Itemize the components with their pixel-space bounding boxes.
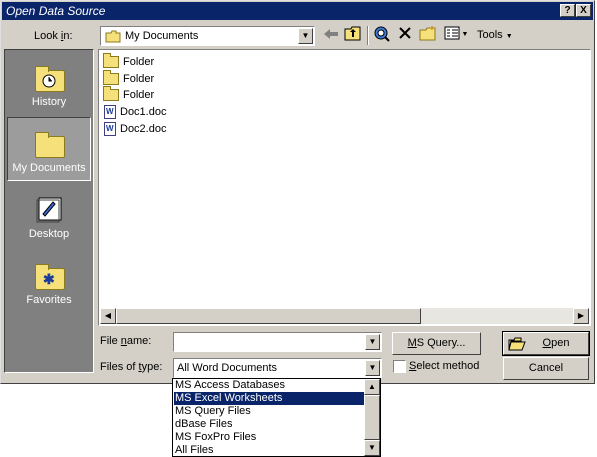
toolbar-separator <box>367 26 369 45</box>
file-name: Doc2.doc <box>120 123 167 135</box>
word-document-icon: W <box>104 122 116 136</box>
files-of-type-combobox[interactable]: All Word Documents ▼ <box>173 358 382 378</box>
delete-icon[interactable] <box>395 25 415 45</box>
files-of-type-value: All Word Documents <box>177 362 278 374</box>
list-item[interactable]: Folder <box>103 70 155 87</box>
place-label: Favorites <box>26 294 72 306</box>
scroll-down-icon[interactable]: ▼ <box>364 440 380 456</box>
chevron-down-icon: ▼ <box>505 33 513 40</box>
file-name: Doc1.doc <box>120 106 167 118</box>
file-name: Folder <box>123 73 155 85</box>
list-item[interactable]: W Doc2.doc <box>103 121 166 137</box>
close-button[interactable]: X <box>576 4 591 17</box>
dropdown-option[interactable]: All Files <box>174 444 366 457</box>
ms-query-button[interactable]: MS Query... <box>392 332 481 355</box>
files-of-type-label: Files of type: <box>100 361 163 373</box>
scroll-right-icon[interactable]: ▶ <box>573 308 589 324</box>
tools-label: Tools <box>477 29 503 41</box>
file-name-label: File name: <box>100 335 152 347</box>
horizontal-scrollbar[interactable]: ◀ ▶ <box>100 308 589 324</box>
file-name-combobox[interactable]: ▼ <box>173 332 382 352</box>
scrollbar-thumb[interactable] <box>116 308 421 324</box>
file-name: Folder <box>123 89 155 101</box>
places-bar: History My Documents Desktop ✱ Favorites <box>4 49 94 373</box>
dropdown-option[interactable]: MS FoxPro Files <box>174 431 366 444</box>
scroll-left-icon[interactable]: ◀ <box>100 308 116 324</box>
word-document-icon: W <box>104 105 116 119</box>
file-list: Folder Folder Folder W Doc1.doc W Doc2.d… <box>98 49 591 326</box>
list-item[interactable]: Folder <box>103 53 155 70</box>
folder-icon <box>103 53 119 68</box>
place-label: Desktop <box>28 228 70 240</box>
dialog-title: Open Data Source <box>6 4 106 18</box>
open-folder-icon <box>508 337 526 351</box>
dropdown-option[interactable]: MS Excel Worksheets <box>174 392 366 405</box>
chevron-down-icon[interactable]: ▼ <box>298 28 313 44</box>
title-bar: Open Data Source ? X <box>2 2 593 20</box>
folder-icon <box>103 70 119 85</box>
open-button[interactable]: Open <box>502 331 590 356</box>
history-icon <box>33 64 65 92</box>
up-one-level-icon[interactable] <box>343 25 363 45</box>
select-method-label: Select method <box>409 360 480 372</box>
files-of-type-dropdown-list[interactable]: MS Access Databases MS Excel Worksheets … <box>172 378 381 457</box>
place-my-documents[interactable]: My Documents <box>7 117 91 181</box>
scroll-up-icon[interactable]: ▲ <box>364 379 380 395</box>
views-icon[interactable] <box>442 25 462 45</box>
place-label: My Documents <box>12 162 86 174</box>
tools-menu[interactable]: Tools ▼ <box>477 29 513 41</box>
search-web-icon[interactable] <box>372 25 392 45</box>
my-documents-folder-icon <box>33 130 65 158</box>
look-in-value: My Documents <box>125 30 199 42</box>
select-method-checkbox[interactable] <box>393 360 406 373</box>
list-item[interactable]: W Doc1.doc <box>103 104 166 120</box>
place-favorites[interactable]: ✱ Favorites <box>7 250 91 314</box>
back-arrow-icon[interactable] <box>321 25 341 45</box>
scrollbar-thumb[interactable] <box>364 395 380 440</box>
look-in-label: Look in: <box>34 30 73 42</box>
folder-icon <box>105 30 121 43</box>
views-dropdown-icon[interactable]: ▼ <box>460 25 470 45</box>
file-name: Folder <box>123 56 155 68</box>
vertical-scrollbar[interactable]: ▲ ▼ <box>364 379 380 456</box>
cancel-button[interactable]: Cancel <box>503 357 589 380</box>
dropdown-option[interactable]: MS Access Databases <box>174 379 366 392</box>
place-label: History <box>31 96 67 108</box>
list-item[interactable]: Folder <box>103 86 155 103</box>
favorites-folder-icon: ✱ <box>33 262 65 290</box>
look-in-combobox[interactable]: My Documents ▼ <box>100 26 315 46</box>
place-history[interactable]: History <box>7 52 91 116</box>
folder-icon <box>103 86 119 101</box>
help-button[interactable]: ? <box>560 4 575 17</box>
new-folder-icon[interactable] <box>418 25 438 45</box>
place-desktop[interactable]: Desktop <box>7 184 91 248</box>
dropdown-option[interactable]: dBase Files <box>174 418 366 431</box>
chevron-down-icon[interactable]: ▼ <box>365 334 380 350</box>
chevron-down-icon[interactable]: ▼ <box>365 360 380 376</box>
desktop-icon <box>33 196 65 224</box>
dropdown-option[interactable]: MS Query Files <box>174 405 366 418</box>
open-data-source-dialog: Open Data Source ? X Look in: My Documen… <box>0 0 595 384</box>
